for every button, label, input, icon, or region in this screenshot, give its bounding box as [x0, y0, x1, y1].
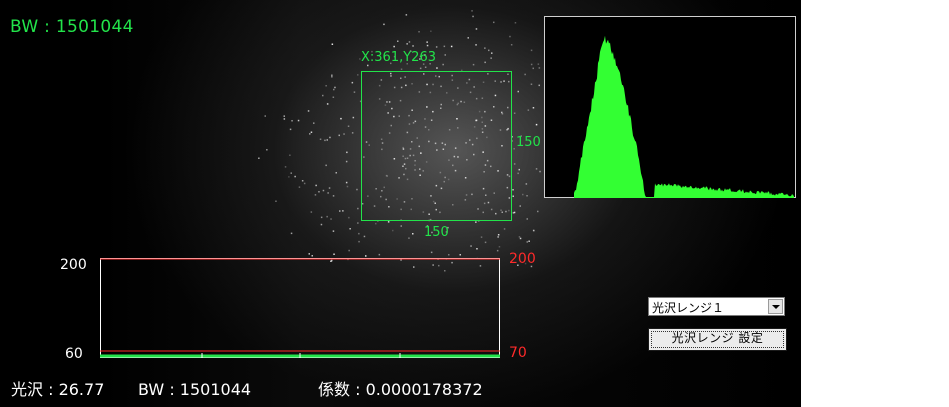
camera-image-view: BW : 1501044 X:361,Y263 150 150 200 60 2…: [0, 0, 801, 407]
gloss-value: 光沢 : 26.77: [11, 380, 105, 399]
trend-graph: [100, 258, 500, 358]
brightness-histogram: [544, 16, 796, 198]
set-gloss-range-button-label: 光沢レンジ 設定: [671, 331, 764, 345]
status-readout: 光沢 : 26.77 BW : 1501044 係数 : 0.0000178372: [11, 376, 483, 400]
trend-right-max-label: 200: [509, 251, 536, 267]
trend-left-max-label: 200: [60, 257, 87, 273]
gloss-range-select-value: 光沢レンジ１: [652, 301, 725, 315]
bw-overlay-label: BW : 1501044: [10, 17, 134, 37]
trend-left-min-label: 60: [65, 346, 83, 362]
gloss-range-select[interactable]: 光沢レンジ１: [648, 297, 785, 316]
set-gloss-range-button[interactable]: 光沢レンジ 設定: [648, 328, 787, 351]
dropdown-arrow-icon[interactable]: [768, 299, 783, 314]
trend-right-min-label: 70: [509, 345, 527, 361]
roi-width-label: 150: [424, 225, 449, 240]
bw-value: BW : 1501044: [138, 380, 252, 399]
roi-rectangle[interactable]: [361, 71, 512, 221]
trend-frame: [100, 258, 500, 358]
coefficient-value: 係数 : 0.0000178372: [318, 380, 483, 399]
roi-height-label: 150: [516, 135, 541, 150]
roi-coordinates-label: X:361,Y263: [361, 50, 436, 65]
